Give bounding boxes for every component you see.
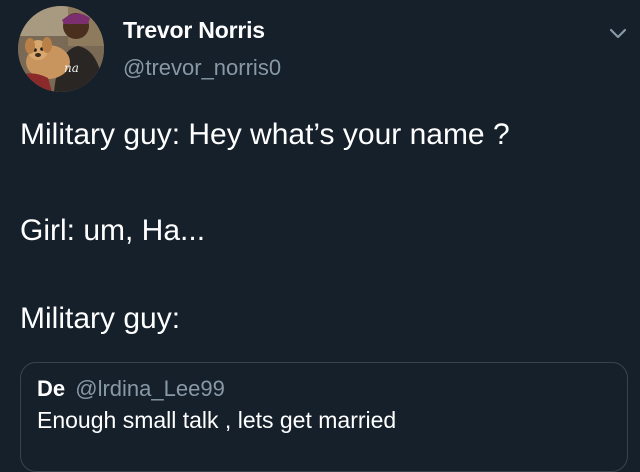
- quoted-tweet-author: De @lrdina_Lee99: [37, 376, 225, 402]
- tweet-text-line: Military guy: Hey what’s your name ?: [20, 118, 510, 151]
- quoted-author-handle: @lrdina_Lee99: [75, 376, 225, 401]
- tweet-text-line: Military guy:: [20, 302, 181, 335]
- author-handle[interactable]: @trevor_norris0: [123, 55, 281, 81]
- quoted-author-name: De: [37, 376, 66, 401]
- avatar[interactable]: na: [18, 6, 104, 92]
- avatar-photo: na: [18, 6, 104, 92]
- quoted-tweet[interactable]: De @lrdina_Lee99 Enough small talk , let…: [20, 362, 628, 472]
- tweet-card: na Trevor Norris @trevor_norris0 Militar…: [0, 0, 640, 472]
- avatar-caption: na: [64, 61, 79, 75]
- author-name[interactable]: Trevor Norris: [123, 17, 265, 44]
- quoted-tweet-text: Enough small talk , lets get married: [37, 407, 397, 433]
- chevron-down-icon[interactable]: [606, 22, 630, 46]
- tweet-text-line: Girl: um, Ha...: [20, 214, 206, 247]
